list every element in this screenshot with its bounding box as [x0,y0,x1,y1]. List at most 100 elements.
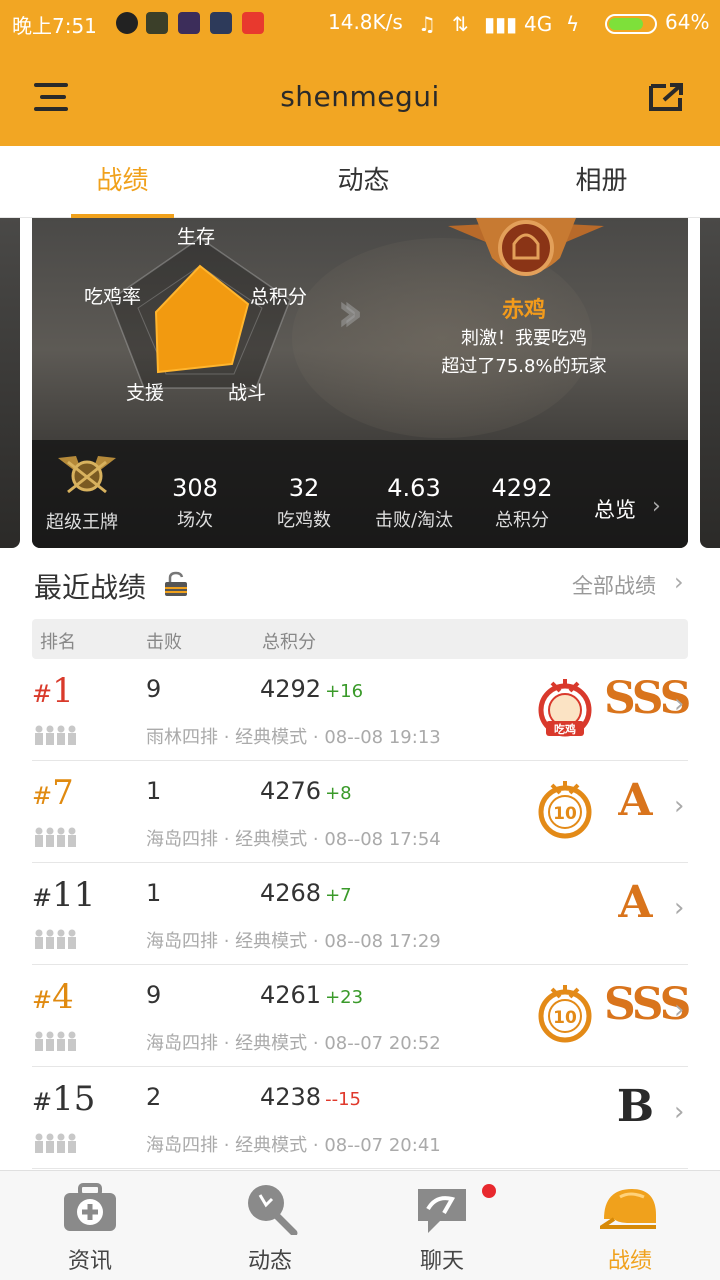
stat-value: 308 [172,474,218,502]
nav-news[interactable]: 资讯 [0,1171,180,1280]
chevron-right-icon[interactable]: › [674,568,684,596]
all-records-link[interactable]: 全部战绩 [572,570,656,600]
nav-stats[interactable]: 战绩 [540,1171,720,1280]
record-grade: A [618,877,652,928]
record-row[interactable]: #15 2 4238 --15 海岛四排 · 经典模式 · 08--07 20:41 B › [32,1067,688,1169]
nav-chat[interactable]: 聊天 [352,1171,532,1280]
header-kills: 击败 [146,632,182,653]
helmet-icon [600,1189,656,1229]
network-type: 4G [524,12,553,36]
radar-label-combat: 战斗 [228,382,267,404]
record-rank: #11 [32,875,96,915]
double-chevron-icon: ›› [336,280,364,345]
record-mode: 海岛四排 · 经典模式 · 08--08 17:29 [146,931,441,952]
chevron-right-icon[interactable]: › [674,689,684,719]
record-kills: 2 [146,1083,162,1111]
header-score: 总积分 [262,632,316,653]
squad-icon [35,827,76,847]
stat-label: 场次 [177,510,213,531]
record-score-delta: +23 [325,987,364,1008]
stat-score: 4292 总积分 [472,474,572,532]
tab-album[interactable]: 相册 [550,146,653,218]
record-score: 4292 +16 [260,675,364,703]
record-row[interactable]: #11 1 4268 +7 海岛四排 · 经典模式 · 08--08 17:29 A › [32,863,688,965]
top10-medal-icon: 10 [538,985,592,1043]
tab-bar: 战绩 动态 相册 [0,146,720,218]
header-rank: 排名 [40,632,76,653]
record-row[interactable]: #7 1 4276 +8 海岛四排 · 经典模式 · 08--08 17:54 10 A › [32,761,688,863]
unlock-icon[interactable] [164,571,188,597]
chat-badge [482,1184,496,1198]
record-score: 4268 +7 [260,879,352,907]
chevron-right-icon[interactable]: › [652,494,661,519]
stat-label: 击败/淘汰 [374,510,454,531]
chevron-right-icon[interactable]: › [674,791,684,821]
squad-icon [35,1031,76,1051]
nav-stats-label: 战绩 [607,1249,652,1274]
stats-summary-bar [32,440,688,548]
record-mode: 海岛四排 · 经典模式 · 08--07 20:41 [146,1135,441,1156]
music-notification-icon [242,12,264,34]
stat-value: 4292 [491,474,553,502]
record-kills: 1 [146,777,162,805]
battery-icon [605,14,657,34]
record-rank: #7 [32,773,74,813]
rank-emblem-icon [448,218,604,276]
battery-percent: 64% [665,10,710,34]
record-score: 4238 --15 [260,1083,361,1111]
radar-label-support: 支援 [126,382,165,404]
record-grade: A [618,775,652,826]
stat-value: 32 [288,474,320,502]
record-score-delta: +16 [325,681,364,702]
app-header: shenmegui [0,48,720,146]
signal-icon: ▮▮▮ [484,12,518,36]
game-notification-icon [146,12,168,34]
record-grade: SSS [604,673,691,724]
tier-badge-icon [58,456,116,494]
rank-percentile: 超过了75.8%的玩家 [441,356,607,377]
medal-text: 10 [553,1008,577,1028]
nav-activity[interactable]: 动态 [180,1171,360,1280]
radar-chart [109,237,291,389]
overview-link[interactable]: 总览 [594,494,636,524]
record-score-delta: +7 [325,885,352,906]
chevron-right-icon[interactable]: › [674,995,684,1025]
record-grade: B [616,1081,654,1132]
next-card-edge[interactable] [700,218,720,548]
frying-pan-icon [248,1185,298,1235]
record-grade: SSS [604,979,691,1030]
headphone-icon: ♫ [418,12,436,36]
tab-stats[interactable]: 战绩 [71,146,174,218]
squad-icon [35,725,76,745]
charging-icon: ϟ [566,12,580,36]
chevron-right-icon[interactable]: › [674,1097,684,1127]
tier-label: 超级王牌 [46,512,118,533]
network-speed: 14.8K/s [328,10,403,34]
record-rank: #15 [32,1079,96,1119]
record-score: 4276 +8 [260,777,352,805]
prev-card-edge[interactable] [0,218,20,548]
stat-wins: 32 吃鸡数 [254,474,354,532]
rank-slogan: 刺激！我要吃鸡 [461,328,587,349]
record-rank: #1 [32,671,74,711]
stat-label: 吃鸡数 [277,510,331,531]
record-mode: 雨林四排 · 经典模式 · 08--08 19:13 [146,727,441,748]
recent-title: 最近战绩 [34,571,147,604]
record-row[interactable]: #4 9 4261 +23 海岛四排 · 经典模式 · 08--07 20:52 10 SS… [32,965,691,1067]
data-transfer-icon: ⇅ [452,12,469,36]
tab-activity[interactable]: 动态 [312,146,415,218]
radar-label-winrate: 吃鸡率 [84,286,142,308]
record-row[interactable]: #1 9 4292 +16 雨林四排 · 经典模式 · 08--08 19:13 吃鸡 SS… [32,659,691,761]
bottom-nav: 资讯 动态 聊天 战绩 [0,1170,720,1280]
share-icon[interactable] [648,82,684,112]
chevron-right-icon[interactable]: › [674,893,684,923]
squad-icon [35,1133,76,1153]
top10-medal-icon: 10 [538,781,592,839]
record-score: 4261 +23 [260,981,364,1009]
stat-kd: 4.63 击败/淘汰 [364,474,464,532]
record-kills: 1 [146,879,162,907]
record-mode: 海岛四排 · 经典模式 · 08--08 17:54 [146,829,441,850]
squad-icon [35,929,76,949]
medal-text: 10 [553,804,577,824]
nav-news-label: 资讯 [67,1249,112,1274]
